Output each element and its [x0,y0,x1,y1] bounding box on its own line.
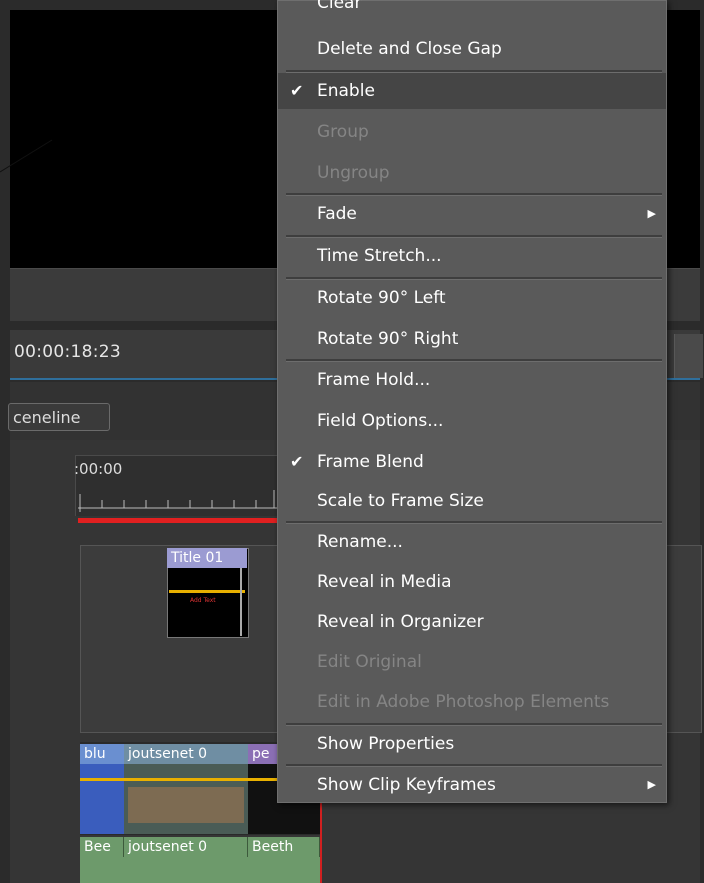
menu-item-label: Frame Blend [317,452,424,472]
audio-track-1: Bee joutsenet 0 Beeth [80,837,320,883]
menu-item-clear[interactable]: Clear [278,0,666,21]
submenu-arrow-icon: ▶ [647,207,656,220]
menu-item-delete-and-close-gap[interactable]: Delete and Close Gap [278,31,666,67]
menu-item-fade[interactable]: Fade ▶ [278,196,666,232]
clip-keyframe-line [80,778,124,781]
checkmark-icon: ✔ [290,81,304,100]
menu-item-rotate-left[interactable]: Rotate 90° Left [278,280,666,316]
menu-item-label: Rotate 90° Left [317,288,446,308]
menu-item-rotate-right[interactable]: Rotate 90° Right [278,321,666,357]
menu-item-frame-hold[interactable]: Frame Hold... [278,362,666,398]
menu-item-time-stretch[interactable]: Time Stretch... [278,238,666,274]
menu-item-ungroup[interactable]: Ungroup [278,155,666,191]
clip-thumbnail [128,787,244,823]
work-area-bar[interactable] [78,518,278,523]
clip-keyframe-line [124,778,248,781]
ruler-time-label: :00:00 [74,460,123,478]
menu-item-group[interactable]: Group [278,114,666,150]
audio-clip[interactable]: Bee [80,837,124,857]
submenu-arrow-icon: ▶ [647,778,656,791]
menu-item-scale-to-frame-size[interactable]: Scale to Frame Size [278,483,666,519]
menu-item-label: Scale to Frame Size [317,491,484,511]
menu-item-label: Reveal in Media [317,572,452,592]
video-clip[interactable]: joutsenet 0 [124,744,248,834]
menu-item-edit-original[interactable]: Edit Original [278,644,666,680]
clip-label: blu [80,744,124,764]
menu-item-frame-blend[interactable]: ✔ Frame Blend [278,444,666,480]
menu-item-label: Field Options... [317,411,444,431]
context-menu: Clear Delete and Close Gap ✔ Enable Group… [277,0,667,803]
menu-item-label: Fade [317,204,357,224]
menu-item-label: Group [317,122,369,142]
menu-item-edit-in-photoshop-elements[interactable]: Edit in Adobe Photoshop Elements [278,684,666,720]
menu-item-label: Show Properties [317,734,455,754]
audio-clip[interactable]: Beeth [248,837,320,857]
audio-clip[interactable]: joutsenet 0 [124,837,248,857]
menu-item-reveal-in-organizer[interactable]: Reveal in Organizer [278,604,666,640]
connector-line [0,139,53,173]
menu-item-label: Edit Original [317,652,422,672]
menu-item-show-properties[interactable]: Show Properties [278,726,666,762]
menu-item-label: Edit in Adobe Photoshop Elements [317,692,610,712]
menu-item-label: Ungroup [317,163,390,183]
title-clip-label: Title 01 [167,548,247,568]
menu-item-enable[interactable]: ✔ Enable [278,73,666,109]
menu-item-label: Clear [317,0,362,13]
title-clip-keyframe-line [169,590,245,593]
clip-label: joutsenet 0 [124,744,248,764]
menu-item-label: Time Stretch... [317,246,442,266]
menu-item-label: Delete and Close Gap [317,39,502,59]
title-clip-thumbnail-text: Add Text [190,597,216,604]
menu-item-label: Enable [317,81,375,101]
menu-item-reveal-in-media[interactable]: Reveal in Media [278,564,666,600]
menu-item-field-options[interactable]: Field Options... [278,403,666,439]
video-clip[interactable]: blu [80,744,124,834]
menu-item-label: Rotate 90° Right [317,329,459,349]
checkmark-icon: ✔ [290,452,304,471]
menu-item-show-clip-keyframes[interactable]: Show Clip Keyframes ▶ [278,767,666,803]
clip-keyframe-line [248,778,278,781]
menu-item-label: Frame Hold... [317,370,431,390]
menu-item-label: Reveal in Organizer [317,612,484,632]
tab-sceneline[interactable]: ceneline [8,403,110,431]
menu-item-label: Show Clip Keyframes [317,775,496,795]
title-clip-edge [240,568,242,636]
ruler-ticks [78,490,278,512]
menu-item-label: Rename... [317,532,403,552]
timecode-display: 00:00:18:23 [14,342,122,362]
menu-item-rename[interactable]: Rename... [278,524,666,560]
panel-button[interactable] [674,334,703,378]
